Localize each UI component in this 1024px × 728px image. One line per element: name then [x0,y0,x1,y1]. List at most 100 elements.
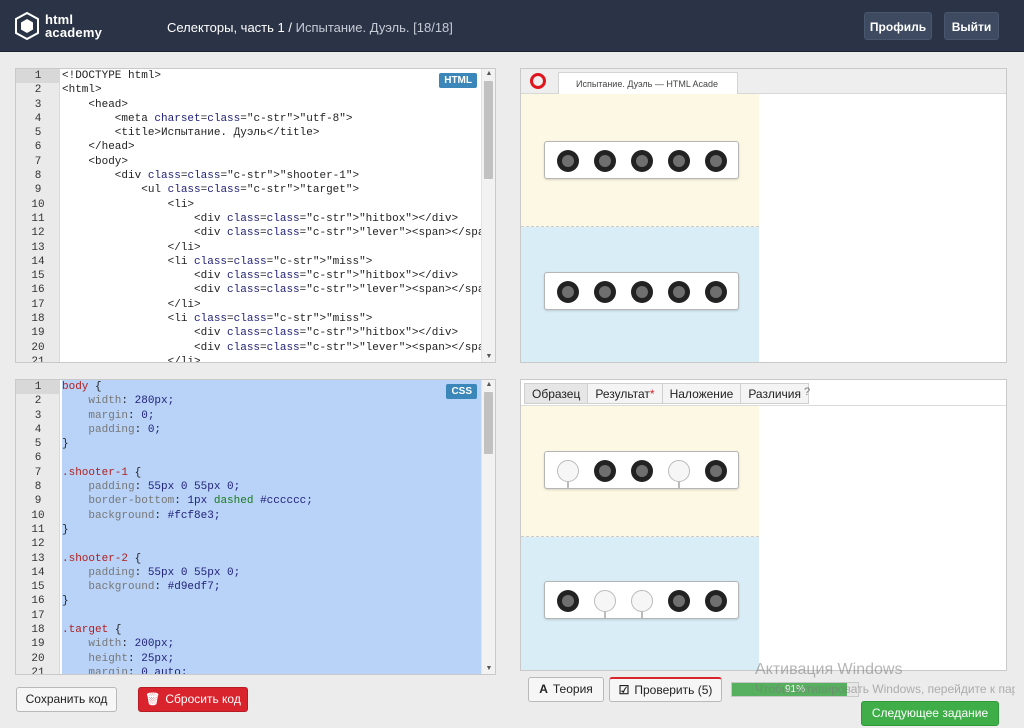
preview-tab[interactable]: Наложение [661,383,742,404]
code-line[interactable]: 21 </li> [16,355,481,362]
save-code-button[interactable]: Сохранить код [16,687,117,712]
code-line[interactable]: 17 </li> [16,298,481,312]
code-line[interactable]: 8 <div class=class="c-str">"shooter-1"> [16,169,481,183]
code-line[interactable]: 15 <div class=class="c-str">"hitbox"></d… [16,269,481,283]
preview-tab[interactable]: Различия [740,383,809,404]
code-text[interactable]: padding: 55px 0 55px 0; [62,480,481,495]
html-code-area[interactable]: 1 <!DOCTYPE html> 2 <html> 3 <head> 4 <meta c… [16,69,495,362]
code-line[interactable]: 10 <li> [16,198,481,212]
code-line[interactable]: 10 background: #fcf8e3; [16,508,481,523]
code-text[interactable]: <div class=class="c-str">"lever"><span><… [62,226,491,240]
code-line[interactable]: 20 height: 25px; [16,651,481,666]
code-text[interactable]: padding: 55px 0 55px 0; [62,565,481,581]
scroll-up-icon[interactable]: ▲ [482,380,495,390]
code-line[interactable]: 7 .shooter-1 { [16,465,481,481]
scroll-thumb[interactable] [484,392,493,454]
code-text[interactable]: </head> [62,140,481,154]
code-line[interactable]: 4 padding: 0; [16,422,481,438]
code-text[interactable]: } [62,437,481,452]
code-text[interactable]: width: 280px; [62,394,481,409]
code-text[interactable]: } [62,594,481,609]
code-line[interactable]: 7 <body> [16,155,481,169]
scroll-down-icon[interactable]: ▼ [482,664,495,674]
code-text[interactable]: margin: 0; [62,408,481,423]
code-text[interactable]: .shooter-1 { [62,465,481,481]
code-text[interactable]: background: #d9edf7; [62,580,481,595]
breadcrumb-section[interactable]: Селекторы, часть 1 / [167,20,292,35]
code-line[interactable]: 4 <meta charset=class="c-str">"utf-8"> [16,112,481,126]
help-link[interactable]: ? [804,386,810,398]
code-text[interactable]: <div class=class="c-str">"lever"><span><… [62,341,495,355]
code-text[interactable]: <!DOCTYPE html> [62,69,481,83]
code-line[interactable]: 21 margin: 0 auto; [16,665,481,674]
code-text[interactable]: <div class=class="c-str">"lever"><span><… [62,283,495,297]
css-scrollbar[interactable]: ▲ ▼ [481,380,495,674]
code-text[interactable]: border-bottom: 1px dashed #cccccc; [62,494,481,509]
logout-button[interactable]: Выйти [944,12,999,40]
reset-code-button[interactable]: 🗑 Сбросить код [138,687,248,712]
code-text[interactable]: <meta charset=class="c-str">"utf-8"> [62,112,481,126]
code-text[interactable]: <ul class=class="c-str">"target"> [62,183,481,197]
profile-button[interactable]: Профиль [864,12,932,40]
code-line[interactable]: 17 [16,608,481,624]
code-text[interactable]: <div class=class="c-str">"hitbox"></div> [62,326,481,340]
code-line[interactable]: 19 width: 200px; [16,637,481,652]
code-line[interactable]: 16 <div class=class="c-str">"lever"><spa… [16,283,495,297]
code-text[interactable]: padding: 0; [62,422,481,438]
code-line[interactable]: 20 <div class=class="c-str">"lever"><spa… [16,341,495,355]
code-line[interactable]: 1 <!DOCTYPE html> [16,69,481,84]
scroll-up-icon[interactable]: ▲ [482,69,495,79]
code-line[interactable]: 6 </head> [16,140,481,154]
check-button[interactable]: ☑ Проверить (5) [609,677,722,702]
code-text[interactable]: <div class=class="c-str">"hitbox"></div> [62,212,481,226]
code-text[interactable] [62,451,481,466]
code-line[interactable]: 1 body { [16,380,481,395]
browser-tab[interactable]: Испытание. Дуэль — HTML Acade [558,72,738,94]
code-text[interactable]: </li> [62,241,481,255]
html-editor[interactable]: 1 <!DOCTYPE html> 2 <html> 3 <head> 4 <meta c… [15,68,496,363]
code-text[interactable]: <div class=class="c-str">"shooter-1"> [62,169,481,183]
code-text[interactable]: margin: 0 auto; [62,665,481,674]
code-text[interactable]: background: #fcf8e3; [62,508,481,523]
scroll-thumb[interactable] [484,81,493,179]
css-code-area[interactable]: 1 body {2 width: 280px; 3 margin: 0; 4 padd… [16,380,481,674]
code-line[interactable]: 18 .target { [16,623,481,638]
code-text[interactable]: <li class=class="c-str">"miss"> [62,255,481,269]
code-text[interactable]: <head> [62,98,481,112]
code-text[interactable]: <title>Испытание. Дуэль</title> [62,126,481,140]
code-text[interactable]: width: 200px; [62,637,481,652]
code-line[interactable]: 12 <div class=class="c-str">"lever"><spa… [16,226,491,240]
code-text[interactable]: .shooter-2 { [62,551,481,566]
code-line[interactable]: 12 [16,537,481,552]
code-text[interactable] [62,608,481,624]
code-line[interactable]: 19 <div class=class="c-str">"hitbox"></d… [16,326,481,340]
code-line[interactable]: 3 <head> [16,98,481,112]
code-line[interactable]: 18 <li class=class="c-str">"miss"> [16,312,481,326]
code-text[interactable]: </li> [62,298,481,312]
code-line[interactable]: 14 padding: 55px 0 55px 0; [16,565,481,581]
code-line[interactable]: 8 padding: 55px 0 55px 0; [16,480,481,495]
code-line[interactable]: 9 <ul class=class="c-str">"target"> [16,183,481,197]
code-line[interactable]: 3 margin: 0; [16,408,481,423]
code-text[interactable]: .target { [62,623,481,638]
code-line[interactable]: 15 background: #d9edf7; [16,580,481,595]
code-text[interactable]: <html> [62,83,481,97]
code-text[interactable]: <li class=class="c-str">"miss"> [62,312,481,326]
code-line[interactable]: 9 border-bottom: 1px dashed #cccccc; [16,494,481,509]
theory-button[interactable]: A Теория [528,677,604,702]
logo[interactable]: html academy [15,11,102,41]
code-line[interactable]: 5} [16,437,481,452]
code-text[interactable]: </li> [62,355,481,362]
code-line[interactable]: 13 </li> [16,241,481,255]
html-scrollbar[interactable]: ▲ ▼ [481,69,495,362]
code-text[interactable]: <div class=class="c-str">"hitbox"></div> [62,269,481,283]
preview-tab[interactable]: Результат* [587,383,663,404]
scroll-down-icon[interactable]: ▼ [482,352,495,362]
code-text[interactable]: <li> [62,198,481,212]
code-line[interactable]: 5 <title>Испытание. Дуэль</title> [16,126,481,140]
code-line[interactable]: 11} [16,522,481,538]
code-text[interactable] [62,537,481,552]
code-line[interactable]: 11 <div class=class="c-str">"hitbox"></d… [16,212,481,226]
code-line[interactable]: 6 [16,451,481,466]
code-line[interactable]: 16} [16,594,481,609]
